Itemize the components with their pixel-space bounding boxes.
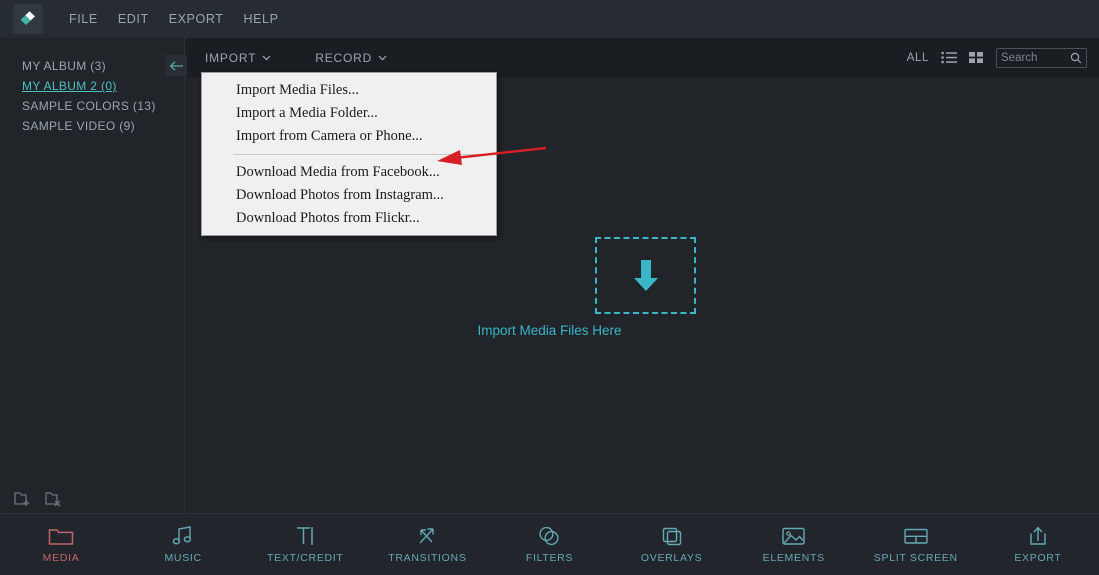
import-label: IMPORT [205,50,257,65]
sidebar-footer [0,490,185,507]
search-icon[interactable] [1070,52,1082,64]
list-view-icon[interactable] [941,51,957,64]
import-dropdown-button[interactable]: IMPORT [205,51,271,65]
menu-separator [233,154,490,155]
folder-delete-icon[interactable] [45,490,64,507]
download-arrow-icon [626,254,666,298]
menu-import-media-files[interactable]: Import Media Files... [202,79,496,102]
transition-arrows-icon [415,526,439,546]
sidebar-item-my-album-2[interactable]: MY ALBUM 2 (0) [0,76,184,96]
grid-view-icon[interactable] [969,51,984,64]
tab-transitions[interactable]: TRANSITIONS [366,526,488,564]
music-note-icon [171,525,195,546]
folder-add-icon[interactable] [14,490,33,507]
menu-export[interactable]: EXPORT [159,8,234,30]
image-mountain-icon [781,526,806,546]
tab-filters[interactable]: FILTERS [488,526,610,564]
app-window: FILE EDIT EXPORT HELP MY ALBUM (3) MY AL… [0,0,1099,575]
sidebar-item-my-album[interactable]: MY ALBUM (3) [0,56,184,76]
bottom-toolbar: MEDIA MUSIC TEXT/CREDIT TRANSITIONS FILT… [0,513,1099,575]
tab-media-label: MEDIA [42,551,80,564]
tab-text-credit[interactable]: TEXT/CREDIT [244,526,366,564]
tab-filters-label: FILTERS [525,551,574,564]
album-sidebar: MY ALBUM (3) MY ALBUM 2 (0) SAMPLE COLOR… [0,38,185,513]
menu-import-camera-phone[interactable]: Import from Camera or Phone... [202,125,496,148]
menu-help[interactable]: HELP [233,8,288,30]
menu-file[interactable]: FILE [59,8,108,30]
record-dropdown-button[interactable]: RECORD [315,51,387,65]
text-cursor-icon [293,526,317,546]
record-label: RECORD [315,50,373,65]
tab-elements-label: ELEMENTS [762,551,825,564]
chevron-down-icon [262,55,271,61]
tab-export[interactable]: EXPORT [977,526,1099,564]
upload-box-icon [1026,526,1050,546]
sidebar-item-sample-video[interactable]: SAMPLE VIDEO (9) [0,116,184,136]
menu-import-media-folder[interactable]: Import a Media Folder... [202,102,496,125]
import-dropdown-menu: Import Media Files... Import a Media Fol… [201,72,497,236]
tab-music[interactable]: MUSIC [122,525,244,564]
folder-icon [48,526,74,546]
album-list: MY ALBUM (3) MY ALBUM 2 (0) SAMPLE COLOR… [0,38,184,136]
tab-transitions-label: TRANSITIONS [388,551,467,564]
tab-split-screen[interactable]: SPLIT SCREEN [855,526,977,564]
menu-download-flickr[interactable]: Download Photos from Flickr... [202,207,496,230]
import-dropzone[interactable] [595,237,696,314]
filmora-diamond-logo-icon [18,9,38,29]
tab-text-credit-label: TEXT/CREDIT [267,551,344,564]
split-panel-icon [903,526,929,546]
overlapping-squares-icon [660,526,684,546]
arrow-left-icon [169,60,184,72]
view-controls: ALL [907,47,1099,68]
tab-overlays[interactable]: OVERLAYS [611,526,733,564]
search-input[interactable] [1001,51,1070,64]
top-menu-bar: FILE EDIT EXPORT HELP [0,0,1099,38]
filter-all-label[interactable]: ALL [907,52,929,64]
sidebar-collapse-button[interactable] [165,55,187,76]
chevron-down-icon [378,55,387,61]
tab-elements[interactable]: ELEMENTS [733,526,855,564]
menu-edit[interactable]: EDIT [108,8,159,30]
tab-music-label: MUSIC [164,551,202,564]
tab-media[interactable]: MEDIA [0,526,122,564]
overlapping-circles-icon [537,526,561,546]
search-box[interactable] [996,47,1087,68]
tab-export-label: EXPORT [1014,551,1062,564]
import-dropzone-label[interactable]: Import Media Files Here [0,323,1099,338]
menu-download-instagram[interactable]: Download Photos from Instagram... [202,184,496,207]
sidebar-item-sample-colors[interactable]: SAMPLE COLORS (13) [0,96,184,116]
app-logo[interactable] [13,4,43,34]
tab-overlays-label: OVERLAYS [640,551,703,564]
menu-download-facebook[interactable]: Download Media from Facebook... [202,161,496,184]
tab-split-screen-label: SPLIT SCREEN [873,551,958,564]
